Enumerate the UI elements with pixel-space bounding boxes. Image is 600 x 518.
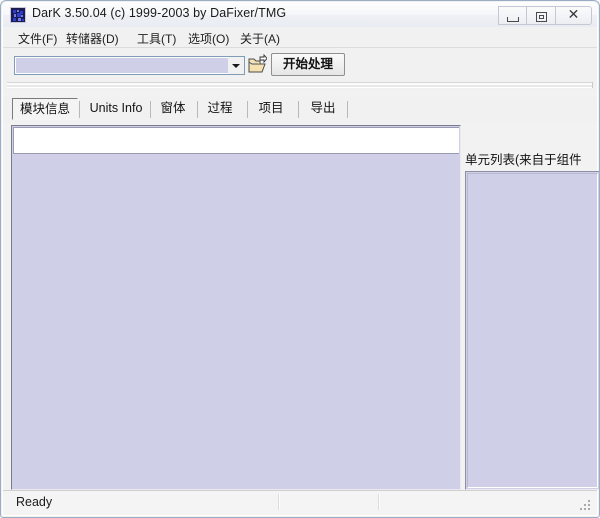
menu-item-file[interactable]: 文件(F)	[14, 29, 61, 47]
file-path-combobox[interactable]	[14, 56, 245, 75]
menu-bar: 文件(F) 转储器(D) 工具(T) 选项(O) 关于(A)	[3, 27, 597, 48]
tab-separator	[298, 101, 299, 118]
tab-separator	[79, 101, 80, 118]
tab-projects[interactable]: 项目	[251, 98, 291, 120]
tab-separator	[347, 101, 348, 118]
window-title: DarK 3.50.04 (c) 1999-2003 by DaFixer/TM…	[32, 6, 286, 20]
tab-forms[interactable]: 窗体	[153, 98, 193, 120]
menu-item-options[interactable]: 选项(O)	[184, 29, 233, 47]
app-icon	[10, 7, 26, 23]
toolbar: 开始处理	[3, 48, 597, 92]
tab-separator	[150, 101, 151, 118]
file-path-input[interactable]	[16, 58, 228, 73]
close-icon: ✕	[556, 7, 591, 24]
module-info-panel[interactable]	[11, 125, 461, 490]
start-processing-button[interactable]: 开始处理	[271, 53, 345, 76]
menu-item-tools[interactable]: 工具(T)	[133, 29, 180, 47]
status-bar: Ready	[3, 490, 597, 515]
tab-units-info[interactable]: Units Info	[83, 98, 149, 120]
title-bar[interactable]: DarK 3.50.04 (c) 1999-2003 by DaFixer/TM…	[3, 3, 597, 27]
module-info-header-field[interactable]	[13, 127, 459, 154]
tab-bar: 模块信息 Units Info 窗体 过程 项目 导出	[3, 97, 597, 123]
status-divider	[378, 494, 380, 510]
minimize-icon	[507, 17, 519, 22]
menu-item-dumper[interactable]: 转储器(D)	[62, 29, 123, 47]
maximize-icon	[536, 12, 547, 22]
tab-module-info[interactable]: 模块信息	[12, 98, 78, 120]
tab-export[interactable]: 导出	[303, 98, 343, 120]
open-file-button[interactable]	[247, 54, 267, 76]
tab-separator	[247, 101, 248, 118]
close-button[interactable]: ✕	[556, 6, 592, 25]
chevron-down-icon[interactable]	[228, 57, 244, 74]
unit-list-panel[interactable]	[465, 171, 600, 490]
unit-list-label: 单元列表(来自于组件	[465, 149, 582, 168]
minimize-button[interactable]	[498, 6, 527, 25]
maximize-button[interactable]	[527, 6, 556, 25]
application-window: DarK 3.50.04 (c) 1999-2003 by DaFixer/TM…	[0, 0, 600, 518]
status-divider	[278, 494, 280, 510]
toolbar-separator	[7, 82, 593, 88]
status-text: Ready	[16, 495, 52, 509]
resize-grip[interactable]	[580, 500, 592, 512]
menu-item-about[interactable]: 关于(A)	[236, 29, 284, 47]
window-inner-frame: DarK 3.50.04 (c) 1999-2003 by DaFixer/TM…	[2, 2, 598, 516]
folder-open-icon	[247, 54, 267, 76]
unit-list-content[interactable]	[467, 173, 598, 488]
tab-separator	[197, 101, 198, 118]
tab-procedures[interactable]: 过程	[200, 98, 240, 120]
